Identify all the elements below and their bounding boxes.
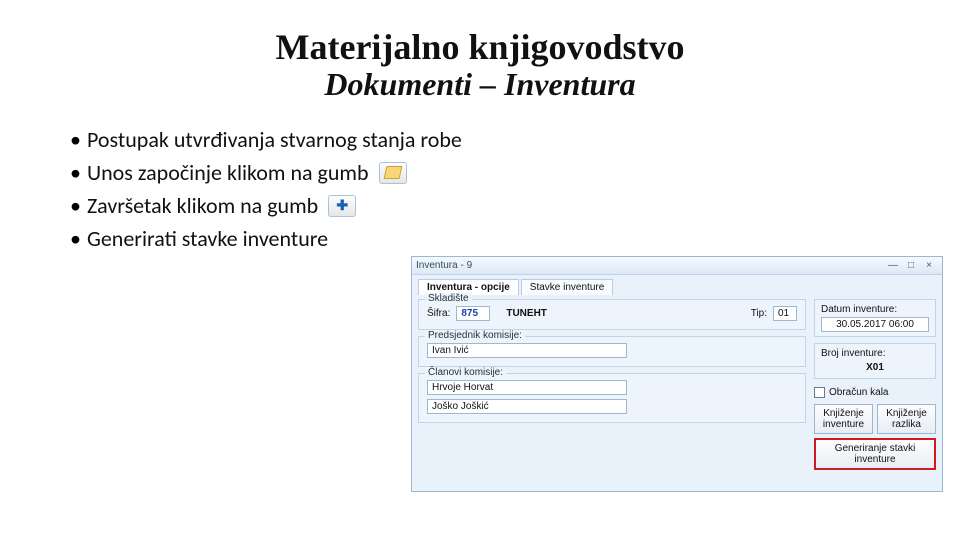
label-sifra: Šifra: xyxy=(427,308,450,319)
bullet-1: Postupak utvrđivanja stvarnog stanja rob… xyxy=(70,123,920,156)
checkbox-label: Obračun kala xyxy=(829,387,888,398)
bullet-1-text: Postupak utvrđivanja stvarnog stanja rob… xyxy=(87,123,462,156)
group-predsjednik: Predsjednik komisije: Ivan Ivić xyxy=(418,336,806,367)
bullet-2: Unos započinje klikom na gumb xyxy=(70,156,920,189)
open-folder-icon xyxy=(379,162,407,184)
input-clan-2[interactable]: Joško Joškić xyxy=(427,399,627,414)
bullet-4-text: Generirati stavke inventure xyxy=(87,222,328,255)
bullet-3-text: Završetak klikom na gumb xyxy=(87,189,318,222)
maximize-icon[interactable]: □ xyxy=(902,260,920,271)
window-titlebar: Inventura - 9 — □ × xyxy=(412,257,942,275)
label-datum: Datum inventure: xyxy=(821,304,929,315)
checkbox-obracun-kala[interactable]: Obračun kala xyxy=(814,385,936,400)
minimize-icon[interactable]: — xyxy=(884,260,902,271)
title-line2: Dokumenti – Inventura xyxy=(40,66,920,103)
bullet-2-text: Unos započinje klikom na gumb xyxy=(87,156,369,189)
btn-knjizenje-inventure[interactable]: Knjiženje inventure xyxy=(814,404,873,434)
group-skladiste: Skladište Šifra: 875 TUNEHT Tip: 01 xyxy=(418,299,806,330)
group-broj-inventure: Broj inventure: X01 xyxy=(814,343,936,379)
group-datum-inventure: Datum inventure: 30.05.2017 06:00 xyxy=(814,299,936,337)
label-broj: Broj inventure: xyxy=(821,348,929,359)
bullet-4: Generirati stavke inventure xyxy=(70,222,920,255)
bullet-list: Postupak utvrđivanja stvarnog stanja rob… xyxy=(40,123,920,255)
tab-bar: Inventura - opcije Stavke inventure xyxy=(418,279,936,295)
group-clanovi: Članovi komisije: Hrvoje Horvat Joško Jo… xyxy=(418,373,806,423)
checkbox-box[interactable] xyxy=(814,387,825,398)
window-title: Inventura - 9 xyxy=(416,260,472,271)
input-tip[interactable]: 01 xyxy=(773,306,797,321)
btn-knjizenje-razlika[interactable]: Knjiženje razlika xyxy=(877,404,936,434)
label-tip: Tip: xyxy=(751,308,767,319)
legend-skladiste: Skladište xyxy=(425,293,472,304)
legend-predsjednik: Predsjednik komisije: xyxy=(425,330,525,341)
input-datum[interactable]: 30.05.2017 06:00 xyxy=(821,317,929,332)
inventura-window: Inventura - 9 — □ × Inventura - opcije S… xyxy=(411,256,943,492)
tab-stavke-inventure[interactable]: Stavke inventure xyxy=(521,279,614,295)
legend-clanovi: Članovi komisije: xyxy=(425,367,506,378)
plus-icon xyxy=(328,195,356,217)
btn-generiranje-stavki[interactable]: Generiranje stavki inventure xyxy=(814,438,936,470)
close-icon[interactable]: × xyxy=(920,260,938,271)
input-sifra[interactable]: 875 xyxy=(456,306,490,321)
input-predsjednik[interactable]: Ivan Ivić xyxy=(427,343,627,358)
input-clan-1[interactable]: Hrvoje Horvat xyxy=(427,380,627,395)
title-line1: Materijalno knjigovodstvo xyxy=(40,26,920,68)
bullet-3: Završetak klikom na gumb xyxy=(70,189,920,222)
value-broj: X01 xyxy=(821,361,929,374)
slide-title-block: Materijalno knjigovodstvo Dokumenti – In… xyxy=(40,26,920,103)
value-skladiste-naziv: TUNEHT xyxy=(506,308,547,319)
